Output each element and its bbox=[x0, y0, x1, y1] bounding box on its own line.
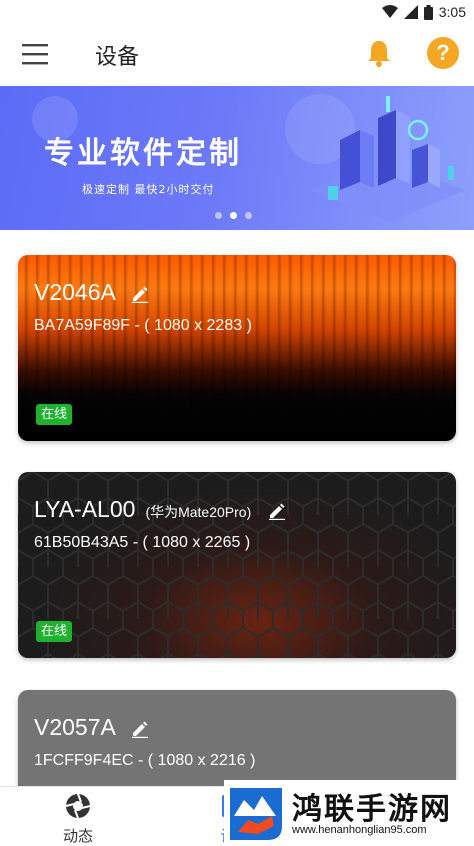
help-icon[interactable]: ? bbox=[427, 37, 459, 69]
pagination-dot-active[interactable] bbox=[230, 212, 237, 219]
online-status-badge: 在线 bbox=[36, 404, 73, 425]
watermark-title: 鸿联手游网 bbox=[292, 792, 452, 827]
banner-subtitle: 极速定制 最快2小时交付 bbox=[82, 183, 215, 196]
device-info: 1FCFF9F4EC - ( 1080 x 2216 ) bbox=[34, 752, 256, 769]
battery-icon bbox=[423, 4, 433, 20]
watermark-url: www.henanhonglian95.com bbox=[292, 824, 427, 836]
aperture-icon bbox=[65, 793, 91, 819]
device-card[interactable]: V2046A BA7A59F89F - ( 1080 x 2283 ) 在线 bbox=[18, 255, 456, 441]
pagination-dot[interactable] bbox=[245, 212, 252, 219]
online-status-badge: 在线 bbox=[36, 621, 73, 642]
edit-pencil-icon[interactable] bbox=[131, 720, 149, 738]
site-watermark: 鸿联手游网 www.henanhonglian95.com bbox=[224, 780, 474, 846]
device-name-row: LYA-AL00 (华为Mate20Pro) bbox=[34, 496, 286, 523]
status-icons: 3:05 bbox=[381, 2, 466, 22]
watermark-logo bbox=[230, 788, 282, 840]
banner-title: 专业软件定制 bbox=[44, 136, 242, 171]
edit-pencil-icon[interactable] bbox=[268, 502, 286, 520]
notification-bell-icon[interactable] bbox=[364, 38, 394, 68]
signal-icon bbox=[403, 5, 418, 19]
banner-pagination bbox=[215, 212, 252, 219]
menu-icon[interactable] bbox=[22, 42, 48, 66]
device-name: V2046A bbox=[34, 279, 115, 305]
edit-pencil-icon[interactable] bbox=[131, 285, 149, 303]
device-alias: (华为Mate20Pro) bbox=[145, 504, 252, 520]
device-info: BA7A59F89F - ( 1080 x 2283 ) bbox=[34, 317, 252, 334]
status-time: 3:05 bbox=[438, 4, 466, 20]
device-name-row: V2046A bbox=[34, 279, 149, 306]
device-card[interactable]: LYA-AL00 (华为Mate20Pro) 61B50B43A5 - ( 108… bbox=[18, 472, 456, 658]
nav-label: 动态 bbox=[62, 827, 93, 845]
city-buildings-illustration bbox=[310, 96, 465, 222]
wifi-status-icon bbox=[381, 5, 398, 18]
app-bar: 设备 ? bbox=[0, 24, 474, 86]
device-name-row: V2057A bbox=[34, 714, 149, 741]
pagination-dot[interactable] bbox=[215, 212, 222, 219]
nav-item-dynamics[interactable]: 动态 bbox=[38, 793, 118, 846]
promo-banner[interactable]: 专业软件定制 极速定制 最快2小时交付 bbox=[0, 86, 474, 230]
device-info: 61B50B43A5 - ( 1080 x 2265 ) bbox=[34, 534, 251, 551]
status-bar: 3:05 bbox=[0, 0, 474, 24]
page-title: 设备 bbox=[95, 45, 140, 70]
device-name: V2057A bbox=[34, 714, 115, 740]
device-name: LYA-AL00 bbox=[34, 496, 136, 522]
